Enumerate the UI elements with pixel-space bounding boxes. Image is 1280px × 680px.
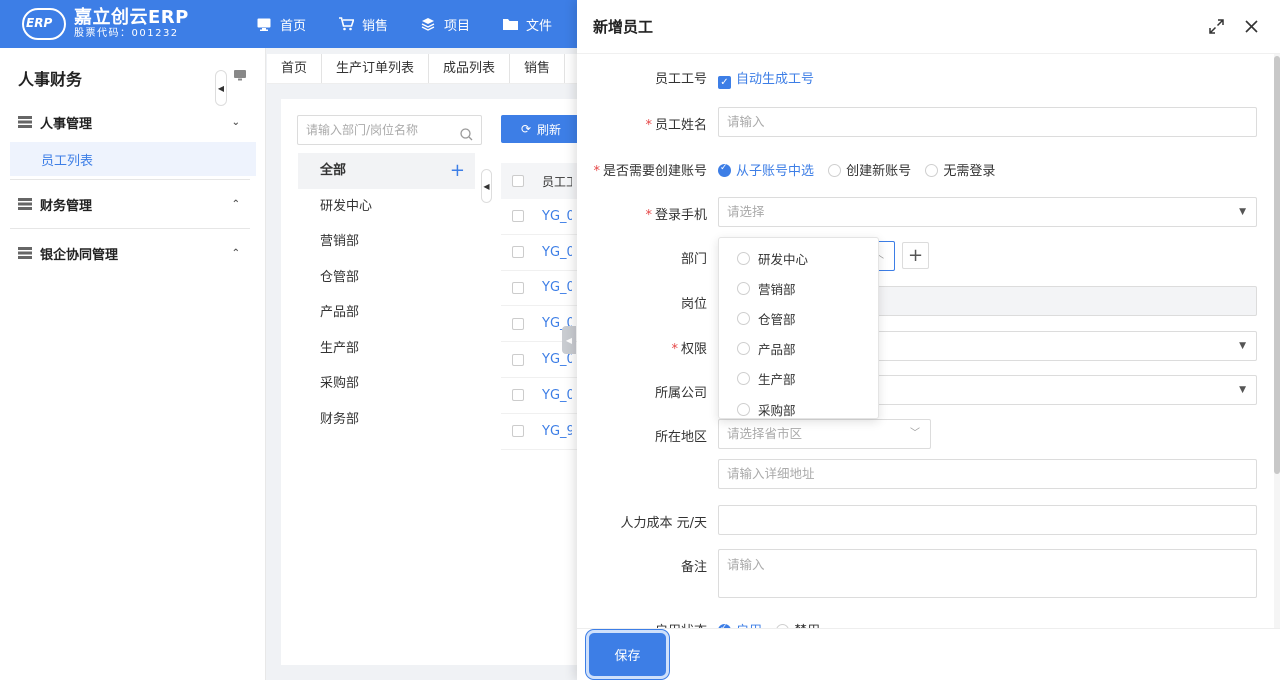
nav-files[interactable]: 文件 [486,0,568,48]
dropdown-option[interactable]: 仓管部 [719,303,878,333]
cart-icon [338,16,354,32]
stack-icon [18,247,32,259]
drawer-scrollbar[interactable] [1274,54,1280,628]
department-tree: 全部 + 研发中心 营销部 仓管部 产品部 生产部 采购部 财务部 [298,153,475,437]
login-phone-select[interactable]: 请选择 ▼ [718,197,1257,227]
dept-item[interactable]: 生产部 [298,331,475,367]
menu-group-hr: 人事管理 ⌄ 员工列表 [0,102,266,176]
tab-home[interactable]: 首页 [267,54,323,83]
dept-item[interactable]: 采购部 [298,366,475,402]
dept-search-input[interactable]: 请输入部门/岗位名称 [297,115,482,145]
region-select[interactable]: 请选择省市区 ﹀ [718,419,931,449]
employee-list-panel: 请输入部门/岗位名称 全部 + 研发中心 营销部 仓管部 产品部 生产部 采购部 … [281,99,581,665]
add-employee-drawer: 新增员工 员工工号 ✓自动生成工号 *员工姓名 请输入 *是否需要创建账号 从子… [577,0,1280,680]
dept-item[interactable]: 营销部 [298,224,475,260]
sidebar-title: 人事财务 [18,70,83,89]
sidebar-item-employee-list[interactable]: 员工列表 [10,142,256,176]
row-checkbox[interactable] [512,210,524,223]
auto-generate-checkbox[interactable]: ✓ 自动生成工号 [718,68,814,89]
refresh-icon: ⟳ [520,122,532,136]
field-status: 启用状态 启用 禁用 [577,620,1267,628]
department-dropdown: 研发中心 营销部 仓管部 产品部 生产部 采购部 [718,237,879,419]
search-icon [460,123,473,151]
divider [10,228,250,229]
dept-item[interactable]: 财务部 [298,402,475,438]
top-nav: 首页 销售 项目 文件 [240,0,568,48]
chevron-down-icon: ﹀ [910,428,920,439]
row-checkbox[interactable] [512,246,524,259]
dept-item-all[interactable]: 全部 + [298,153,475,189]
dropdown-option[interactable]: 采购部 [719,394,878,418]
address-input[interactable]: 请输入详细地址 [718,459,1257,489]
menu-hr-management[interactable]: 人事管理 ⌄ [0,102,266,142]
nav-project[interactable]: 项目 [404,0,486,48]
dropdown-option[interactable]: 研发中心 [719,243,878,273]
chevron-up-icon: ⌃ [231,247,240,259]
row-checkbox[interactable] [512,353,524,366]
close-icon[interactable] [1242,17,1260,35]
radio-no-login[interactable]: 无需登录 [925,160,995,179]
layers-icon [420,16,436,32]
save-button[interactable]: 保存 [589,633,666,676]
expand-icon[interactable] [1207,17,1225,35]
dept-item[interactable]: 产品部 [298,295,475,331]
row-checkbox[interactable] [512,425,524,438]
caret-down-icon: ▼ [1239,207,1246,217]
sidebar-collapse-button[interactable]: ◀ [215,70,227,106]
tab-production-orders[interactable]: 生产订单列表 [322,54,430,83]
stock-code: 股票代码：001232 [74,28,179,39]
dropdown-option[interactable]: 营销部 [719,273,878,303]
tab-sales[interactable]: 销售 [510,54,566,83]
stack-icon [18,198,32,210]
chevron-down-icon: ⌄ [231,116,240,128]
stack-icon [18,116,32,128]
radio-from-subaccount[interactable]: 从子账号中选 [718,160,814,179]
labor-cost-input[interactable] [718,505,1257,535]
radio-enabled[interactable]: 启用 [718,620,762,628]
monitor-icon[interactable] [234,70,248,82]
folder-icon [502,16,518,32]
menu-finance-management[interactable]: 财务管理 ⌃ [0,184,266,224]
chevron-up-icon: ⌃ [231,198,240,210]
dropdown-option[interactable]: 生产部 [719,364,878,394]
select-all-checkbox[interactable] [512,175,524,187]
menu-group-bank: 银企协同管理 ⌃ [0,233,266,273]
cloud-logo-icon: ERP [20,6,68,42]
emp-name-input[interactable]: 请输入 [718,107,1257,137]
row-checkbox[interactable] [512,317,524,330]
row-checkbox[interactable] [512,389,524,402]
nav-sales[interactable]: 销售 [322,0,404,48]
sidebar: 人事财务 ◀ 人事管理 ⌄ 员工列表 财务管理 ⌃ 银企协同管理 ⌃ [0,48,266,680]
monitor-icon [256,16,272,32]
dept-item[interactable]: 研发中心 [298,189,475,225]
radio-disabled[interactable]: 禁用 [776,620,820,628]
tab-finished-products[interactable]: 成品列表 [429,54,511,83]
drawer-title: 新增员工 [593,18,654,36]
divider [10,179,250,180]
add-department-button[interactable]: + [902,242,929,269]
menu-bank-collab-management[interactable]: 银企协同管理 ⌃ [0,233,266,273]
dept-item[interactable]: 仓管部 [298,260,475,296]
drawer-header: 新增员工 [577,0,1280,54]
menu-group-finance: 财务管理 ⌃ [0,184,266,224]
tree-collapse-button[interactable]: ◀ [481,169,492,203]
dropdown-option[interactable]: 产品部 [719,334,878,364]
remark-textarea[interactable]: 请输入 [718,549,1257,598]
brand-name: 嘉立创云ERP [74,7,189,28]
page-tabs: 首页 生产订单列表 成品列表 销售 [267,54,587,84]
brand-logo[interactable]: ERP 嘉立创云ERP 股票代码：001232 [0,6,240,42]
account-radio-group: 从子账号中选 创建新账号 无需登录 [718,160,1005,179]
caret-down-icon: ▼ [1239,385,1246,395]
add-dept-icon[interactable]: + [450,153,465,189]
drawer-footer: 保存 [577,628,1280,680]
caret-down-icon: ▼ [1239,341,1246,351]
nav-home[interactable]: 首页 [240,0,322,48]
radio-create-account[interactable]: 创建新账号 [828,160,911,179]
row-checkbox[interactable] [512,281,524,294]
